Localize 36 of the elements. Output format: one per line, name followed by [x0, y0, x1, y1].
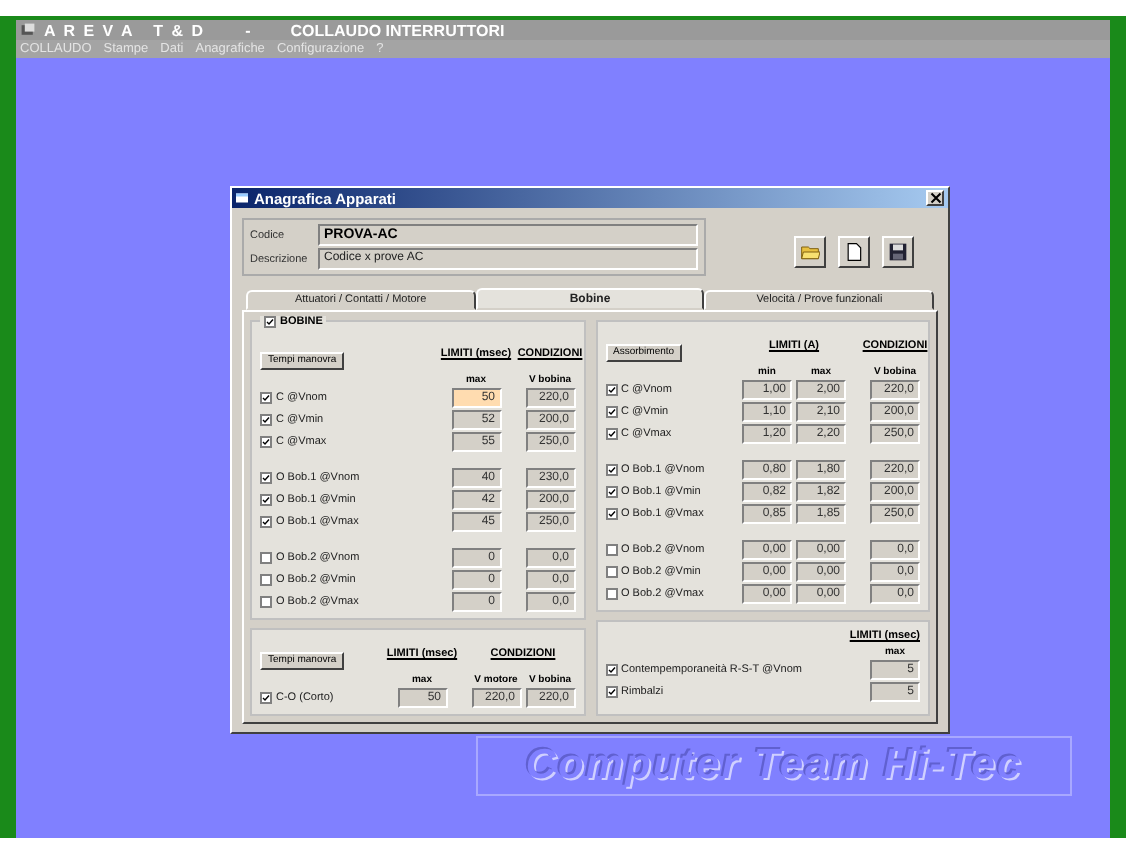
checkbox[interactable]: [260, 692, 272, 704]
checkbox[interactable]: [605, 486, 617, 498]
checkbox[interactable]: [605, 664, 617, 676]
app-icon: [20, 22, 36, 38]
checkbox[interactable]: [260, 552, 272, 564]
watermark-logo: Computer Team Hi-Tec: [476, 736, 1072, 796]
checkbox[interactable]: [260, 392, 272, 404]
checkbox[interactable]: [605, 384, 617, 396]
document-icon: [844, 241, 864, 261]
app-title: A R E V A T & D: [44, 21, 206, 39]
checkbox[interactable]: [605, 428, 617, 440]
checkbox[interactable]: [260, 494, 272, 506]
folder-icon: [800, 241, 820, 261]
floppy-icon: [888, 241, 908, 261]
close-button[interactable]: [926, 190, 944, 206]
title-separator: -: [245, 21, 251, 39]
checkbox[interactable]: [260, 596, 272, 608]
checkbox[interactable]: [260, 516, 272, 528]
checkbox[interactable]: [605, 686, 617, 698]
checkbox[interactable]: [605, 544, 617, 556]
window-icon: [236, 192, 248, 204]
checkbox[interactable]: [260, 574, 272, 586]
checkbox[interactable]: [260, 472, 272, 484]
save-button[interactable]: [882, 235, 914, 267]
app-subtitle: COLLAUDO INTERRUTTORI: [290, 21, 505, 39]
checkbox[interactable]: [605, 406, 617, 418]
checkbox[interactable]: [605, 566, 617, 578]
checkbox[interactable]: [260, 414, 272, 426]
close-icon: [929, 192, 941, 204]
checkbox[interactable]: [264, 316, 276, 328]
checkbox[interactable]: [605, 508, 617, 520]
checkbox[interactable]: [260, 436, 272, 448]
checkbox[interactable]: [605, 588, 617, 600]
new-button[interactable]: [838, 235, 870, 267]
checkbox[interactable]: [605, 464, 617, 476]
open-button[interactable]: [794, 235, 826, 267]
